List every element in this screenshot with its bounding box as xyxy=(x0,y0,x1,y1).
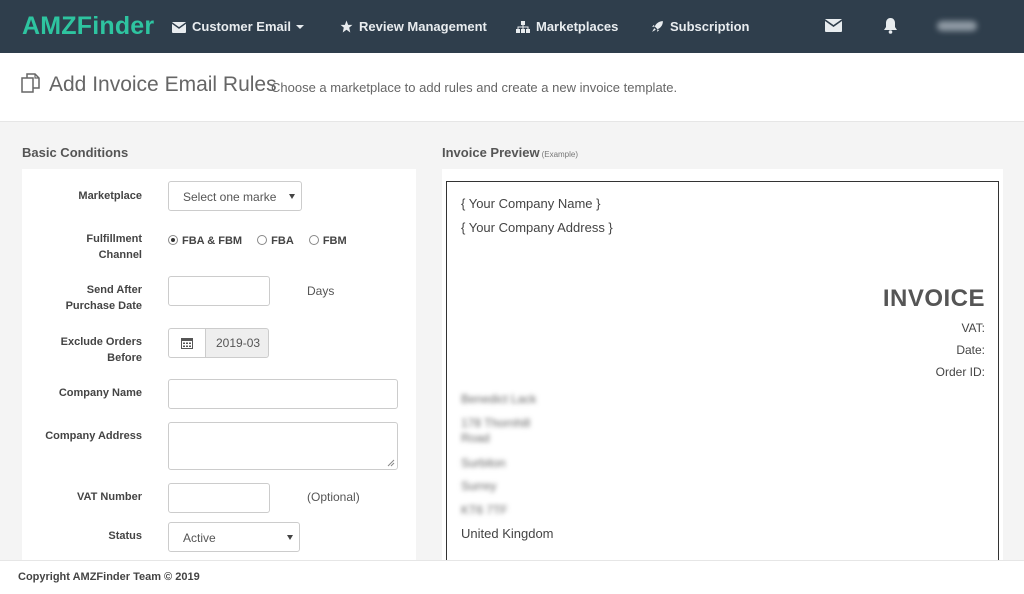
invoice-preview-heading: Invoice Preview (Example) xyxy=(442,145,578,160)
send-after-label: Send After Purchase Date xyxy=(32,282,142,314)
brand-logo[interactable]: AMZFinder xyxy=(22,12,154,41)
chevron-down-icon xyxy=(295,25,304,29)
bell-icon[interactable] xyxy=(883,17,898,39)
send-after-label-line2: Purchase Date xyxy=(65,300,142,312)
nav-subscription-label: Subscription xyxy=(670,19,750,34)
buyer-city: Surbiton xyxy=(461,456,506,470)
fulfillment-label-line1: Fulfillment xyxy=(86,233,142,245)
company-name-label: Company Name xyxy=(58,387,142,399)
optional-text: (Optional) xyxy=(307,490,360,504)
company-address-textarea[interactable] xyxy=(168,422,398,470)
mail-icon[interactable] xyxy=(824,19,843,37)
invoice-preview-title: Invoice Preview xyxy=(442,145,540,160)
page-footer: Copyright AMZFinder Team © 2019 xyxy=(0,560,1024,594)
basic-conditions-form: Marketplace Select one marke Fulfillment… xyxy=(22,169,416,560)
page-subtitle: Choose a marketplace to add rules and cr… xyxy=(271,80,678,95)
calendar-icon xyxy=(181,338,193,349)
marketplace-select-value: Select one marke xyxy=(183,190,277,204)
radio-fba[interactable]: FBA xyxy=(257,235,294,247)
top-navbar: AMZFinder Customer Email Review Manageme… xyxy=(0,0,1024,53)
fulfillment-label-line2: Channel xyxy=(98,249,142,261)
invoice-company-name: { Your Company Name } xyxy=(461,196,601,211)
main-content: Basic Conditions Marketplace Select one … xyxy=(0,122,1024,560)
vat-number-input[interactable] xyxy=(168,483,270,513)
page-header: Add Invoice Email Rules Choose a marketp… xyxy=(0,53,1024,122)
invoice-document: { Your Company Name } { Your Company Add… xyxy=(446,181,999,560)
radio-button[interactable] xyxy=(308,235,319,245)
radio-fba-fbm-label: FBA & FBM xyxy=(182,235,243,247)
invoice-title: INVOICE xyxy=(882,285,985,312)
envelope-icon xyxy=(171,22,187,33)
buyer-postcode: KT6 7TF xyxy=(461,503,508,517)
radio-fbm-label: FBM xyxy=(322,235,347,247)
invoice-preview-panel: { Your Company Name } { Your Company Add… xyxy=(442,169,1003,560)
page-title: Add Invoice Email Rules xyxy=(49,73,277,96)
exclude-date-input[interactable]: 2019-03 xyxy=(205,328,269,358)
star-icon xyxy=(340,20,353,33)
radio-button[interactable] xyxy=(257,235,268,245)
sitemap-icon xyxy=(516,21,530,33)
days-unit-text: Days xyxy=(307,284,335,298)
send-after-label-line1: Send After xyxy=(86,284,142,296)
nav-marketplaces[interactable]: Marketplaces xyxy=(516,19,618,34)
caret-down-icon xyxy=(287,535,293,540)
user-menu[interactable] xyxy=(937,21,977,31)
company-address-label: Company Address xyxy=(45,430,142,442)
nav-customer-email-label: Customer Email xyxy=(192,19,291,34)
nav-customer-email[interactable]: Customer Email xyxy=(171,19,304,34)
send-after-days-input[interactable] xyxy=(168,276,270,306)
nav-review-management-label: Review Management xyxy=(359,19,487,34)
copyright-text: Copyright AMZFinder Team © 2019 xyxy=(18,571,200,583)
exclude-label-line2: Before xyxy=(107,352,142,364)
caret-down-icon xyxy=(289,194,295,199)
radio-button[interactable] xyxy=(168,235,178,245)
copy-icon xyxy=(21,73,41,99)
vat-number-label: VAT Number xyxy=(77,491,142,503)
resize-handle-icon[interactable] xyxy=(387,459,395,467)
calendar-button[interactable] xyxy=(168,328,205,358)
invoice-company-address: { Your Company Address } xyxy=(461,220,613,235)
status-select-value: Active xyxy=(183,531,216,545)
buyer-name: Benedict Lack xyxy=(461,392,537,406)
radio-fba-fbm[interactable]: FBA & FBM xyxy=(168,235,242,247)
buyer-address-line1: 178 Thornhill xyxy=(461,416,531,430)
nav-subscription[interactable]: Subscription xyxy=(651,19,749,34)
rocket-icon xyxy=(652,21,663,32)
status-select[interactable]: Active xyxy=(168,522,300,552)
nav-review-management[interactable]: Review Management xyxy=(340,19,487,34)
nav-marketplaces-label: Marketplaces xyxy=(536,19,619,34)
invoice-preview-note: (Example) xyxy=(541,150,579,159)
exclude-orders-label: Exclude Orders Before xyxy=(32,334,142,366)
buyer-address-line2: Road xyxy=(461,431,490,445)
buyer-county: Surrey xyxy=(461,479,497,493)
buyer-country: United Kingdom xyxy=(461,526,554,541)
radio-fba-label: FBA xyxy=(271,235,294,247)
invoice-order-id: Order ID: xyxy=(935,365,985,379)
radio-fbm[interactable]: FBM xyxy=(308,235,347,247)
company-name-input[interactable] xyxy=(168,379,398,409)
status-label: Status xyxy=(108,530,142,542)
invoice-vat: VAT: xyxy=(961,321,985,335)
fulfillment-channel-label: Fulfillment Channel xyxy=(32,231,142,263)
fulfillment-radio-group: FBA & FBM FBA FBM xyxy=(168,235,359,247)
basic-conditions-heading: Basic Conditions xyxy=(22,145,129,160)
exclude-label-line1: Exclude Orders xyxy=(60,336,142,348)
invoice-date: Date: xyxy=(956,343,985,357)
marketplace-label: Marketplace xyxy=(78,190,142,202)
marketplace-select[interactable]: Select one marke xyxy=(168,181,302,211)
